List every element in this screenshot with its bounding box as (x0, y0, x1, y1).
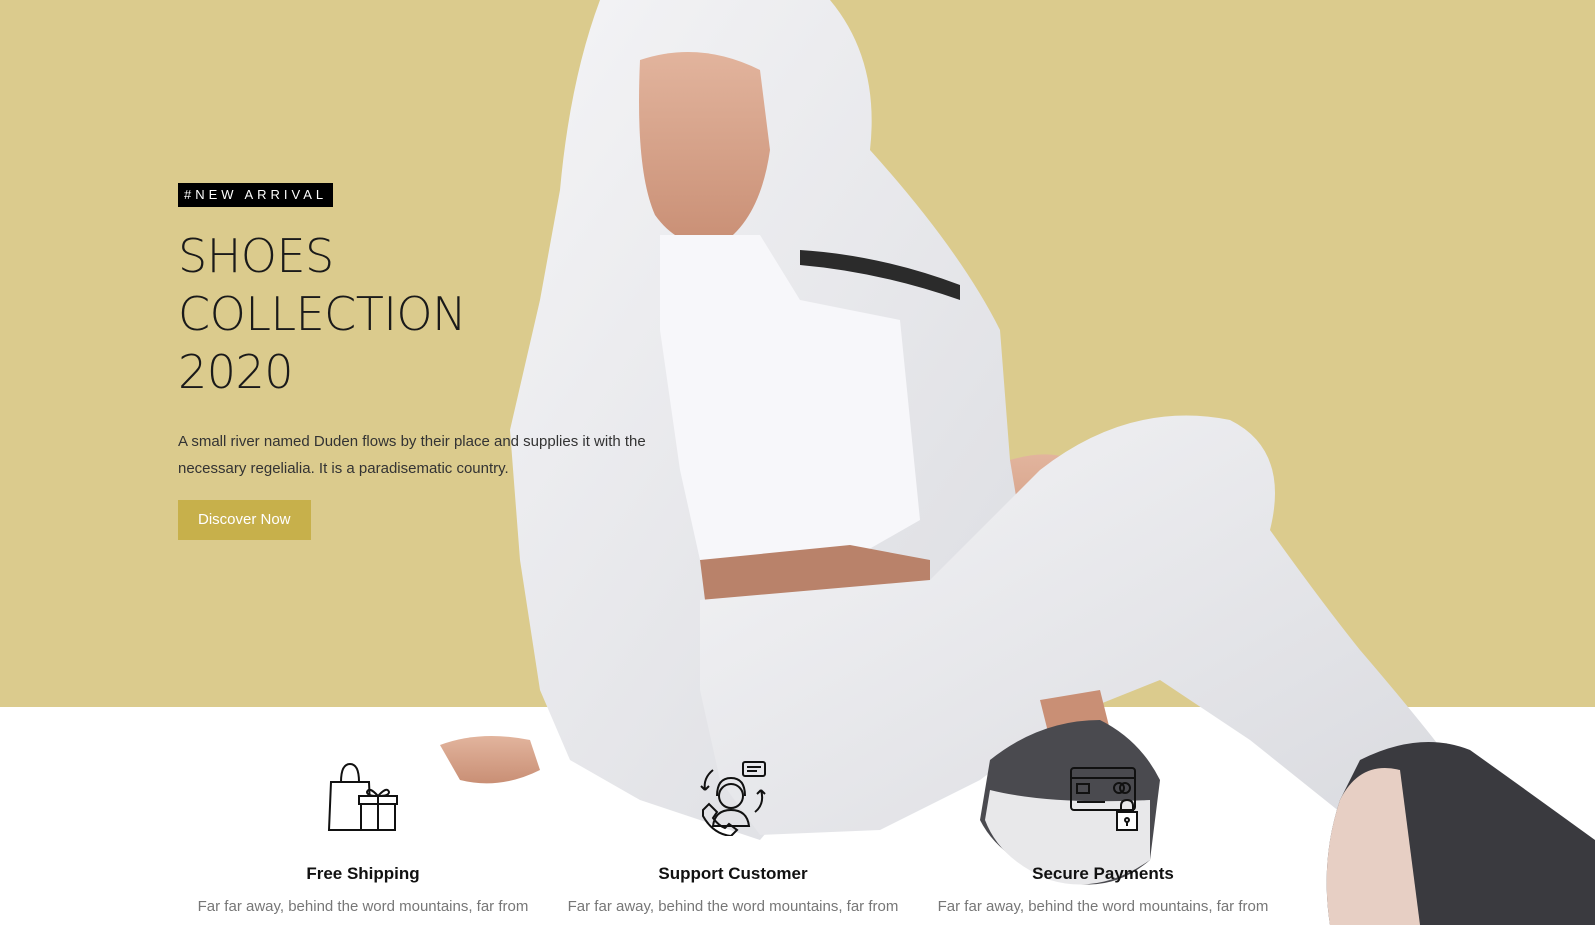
hero-description: A small river named Duden flows by their… (178, 433, 646, 477)
page: #NEW ARRIVAL SHOES COLLECTION 2020 A sma… (0, 0, 1595, 925)
features-section: Free Shipping Far far away, behind the w… (178, 760, 1288, 925)
feature-text: Far far away, behind the word mountains,… (197, 898, 529, 915)
hero-title: SHOES COLLECTION 2020 (178, 227, 618, 401)
feature-secure-payments: Secure Payments Far far away, behind the… (918, 760, 1288, 915)
feature-title: Free Shipping (306, 864, 420, 883)
new-arrival-tag: #NEW ARRIVAL (178, 183, 334, 207)
feature-title: Support Customer (658, 864, 808, 883)
feature-text: Far far away, behind the word mountains,… (567, 898, 899, 915)
hero-text: #NEW ARRIVAL SHOES COLLECTION 2020 A sma… (178, 183, 698, 540)
hero-title-line-1: SHOES COLLECTION (178, 229, 467, 341)
shopping-bag-gift-icon (327, 762, 398, 831)
customer-support-icon (700, 761, 766, 836)
feature-free-shipping: Free Shipping Far far away, behind the w… (178, 760, 548, 915)
feature-support-customer: Support Customer Far far away, behind th… (548, 760, 918, 915)
feature-text: Far far away, behind the word mountains,… (937, 898, 1269, 915)
feature-title: Secure Payments (1032, 864, 1174, 883)
discover-now-button[interactable]: Discover Now (178, 500, 311, 540)
secure-payment-card-icon (1070, 767, 1138, 831)
hero-title-line-2: 2020 (178, 345, 294, 399)
